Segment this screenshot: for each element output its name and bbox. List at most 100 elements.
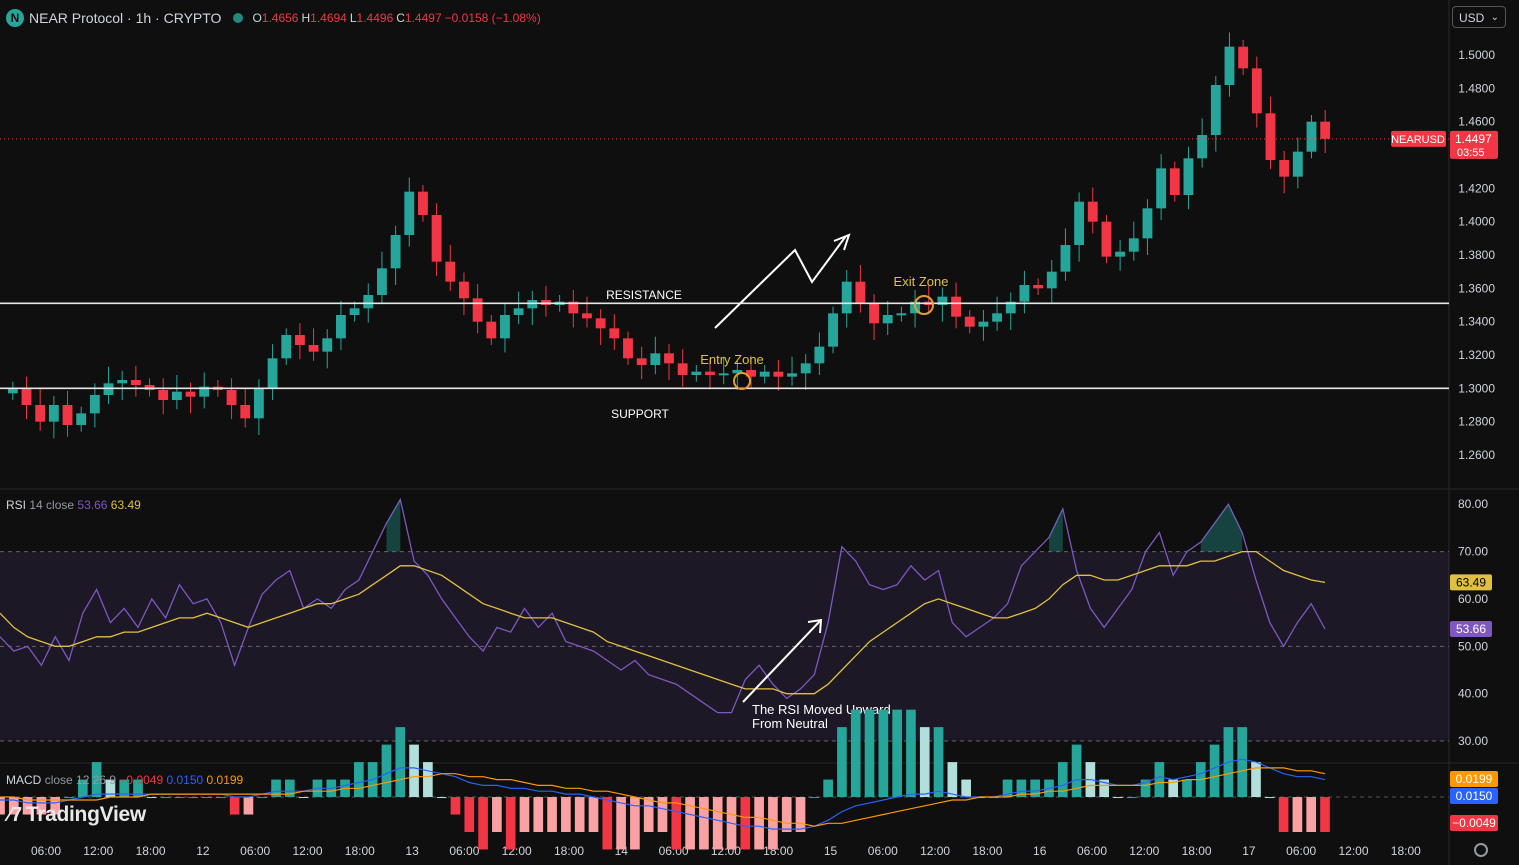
- macd-histogram-bar: [423, 762, 433, 798]
- candle-body: [240, 405, 251, 419]
- candle-body: [1197, 135, 1208, 159]
- candle-body: [1019, 285, 1030, 302]
- settings-gear-icon[interactable]: [1474, 843, 1488, 857]
- price-tick-label: 1.4800: [1458, 81, 1495, 95]
- candle-body: [841, 281, 852, 314]
- tradingview-mark-icon: ⁄7: [8, 803, 22, 826]
- candle-body: [787, 373, 797, 377]
- candle-body: [718, 373, 729, 376]
- time-tick-label: 06:00: [240, 844, 270, 858]
- candle-body: [609, 328, 620, 339]
- ohlc-close: C1.4497: [396, 11, 442, 25]
- time-tick-label: 18:00: [972, 844, 1002, 858]
- candle-body: [664, 353, 674, 364]
- macd-histogram-bar: [1292, 797, 1303, 832]
- macd-histogram-bar: [961, 779, 971, 798]
- macd-histogram-bar: [160, 797, 171, 799]
- macd-histogram-bar: [257, 797, 268, 799]
- candle-body: [1265, 113, 1276, 160]
- macd-histogram-bar: [519, 797, 530, 832]
- time-tick-label: 12:00: [1129, 844, 1159, 858]
- rsi-overbought-fill: [386, 499, 401, 552]
- candle-body: [158, 390, 169, 400]
- candle-body: [636, 358, 647, 365]
- macd-histogram-bar: [174, 797, 185, 799]
- macd-histogram-bar: [1237, 727, 1248, 798]
- rsi-legend[interactable]: RSI 14 close 53.66 63.49: [6, 498, 141, 512]
- time-tick-label: 06:00: [31, 844, 61, 858]
- rsi-tick-label: 40.00: [1458, 687, 1488, 701]
- candle-body: [62, 405, 73, 425]
- candle-body: [390, 235, 401, 269]
- time-tick-label: 18:00: [345, 844, 375, 858]
- price-tick-label: 1.4600: [1458, 115, 1495, 129]
- candle-body: [294, 335, 305, 345]
- candle-body: [281, 335, 292, 359]
- candle-body: [814, 346, 825, 364]
- macd-histogram-bar: [781, 797, 792, 832]
- time-tick-label: 15: [824, 844, 838, 858]
- candle-body: [992, 313, 1003, 322]
- candle-body: [869, 303, 879, 324]
- time-tick-label: 17: [1242, 844, 1256, 858]
- currency-select[interactable]: USD ⌄: [1452, 6, 1506, 28]
- candle-body: [705, 371, 715, 375]
- candle-body: [267, 358, 278, 389]
- candle-body: [828, 313, 838, 347]
- time-tick-label: 06:00: [868, 844, 898, 858]
- candle-body: [144, 385, 155, 390]
- macd-histogram-bar: [1278, 797, 1289, 832]
- price-tick-label: 1.4000: [1458, 215, 1495, 229]
- macd-histogram-bar: [1113, 797, 1123, 799]
- macd-histogram-bar: [216, 797, 226, 799]
- candle-body: [527, 300, 538, 309]
- price-tick-label: 1.4200: [1458, 181, 1495, 195]
- macd-histogram-bar: [588, 797, 599, 832]
- candle-body: [582, 313, 592, 319]
- macd-histogram-bar: [243, 797, 254, 815]
- candle-body: [445, 261, 456, 282]
- trend-arrow: [714, 235, 847, 329]
- candle-body: [1210, 85, 1221, 135]
- candle-body: [1320, 121, 1331, 139]
- macd-histogram-bar: [146, 797, 157, 799]
- candle-body: [800, 363, 811, 374]
- time-tick-label: 06:00: [1077, 844, 1107, 858]
- candle-body: [363, 295, 374, 309]
- rsi-overbought-fill: [1049, 508, 1063, 552]
- candle-body: [35, 405, 46, 422]
- price-tick-label: 1.2800: [1458, 415, 1495, 429]
- candle-body: [500, 315, 510, 339]
- candle-body: [377, 268, 387, 295]
- time-tick-label: 16: [1033, 844, 1047, 858]
- price-tick-label: 1.3600: [1458, 281, 1495, 295]
- candle-body: [1169, 168, 1180, 195]
- time-tick-label: 18:00: [763, 844, 793, 858]
- entry-zone-label: Entry Zone: [700, 352, 764, 367]
- macd-histogram-bar: [602, 797, 613, 850]
- symbol-title[interactable]: NEAR Protocol · 1h · CRYPTO: [29, 10, 221, 26]
- candle-body: [48, 405, 59, 422]
- candle-body: [1101, 221, 1112, 257]
- rsi-value: 53.66: [1456, 622, 1486, 636]
- exit-zone-label: Exit Zone: [894, 274, 949, 289]
- symbol-tag-label: NEARUSD: [1391, 134, 1445, 146]
- macd-histogram-bar: [561, 797, 571, 832]
- macd-histogram-bar: [933, 727, 944, 798]
- macd-histogram-bar: [671, 797, 682, 850]
- macd-histogram-bar: [395, 727, 406, 798]
- time-tick-label: 18:00: [136, 844, 166, 858]
- rsi-tick-label: 30.00: [1458, 734, 1488, 748]
- macd-legend[interactable]: MACD close 12 26 9 −0.0049 0.0150 0.0199: [6, 773, 243, 787]
- macd-histogram-bar: [1264, 797, 1275, 799]
- price-chart-svg[interactable]: 1.2600 1.2800 1.3000 1.3200 1.3400 1.3600 1.38…: [0, 0, 1519, 865]
- candle-body: [1060, 245, 1071, 272]
- candle-body: [1115, 251, 1126, 257]
- tradingview-logo[interactable]: ⁄7 TradingView: [8, 803, 146, 827]
- candle-body: [335, 315, 346, 339]
- price-tick-label: 1.3000: [1458, 381, 1495, 395]
- time-tick-label: 06:00: [449, 844, 479, 858]
- candle-body: [513, 308, 524, 315]
- macd-histogram-bar: [1209, 744, 1220, 798]
- ohlc-open: O1.4656: [252, 11, 299, 25]
